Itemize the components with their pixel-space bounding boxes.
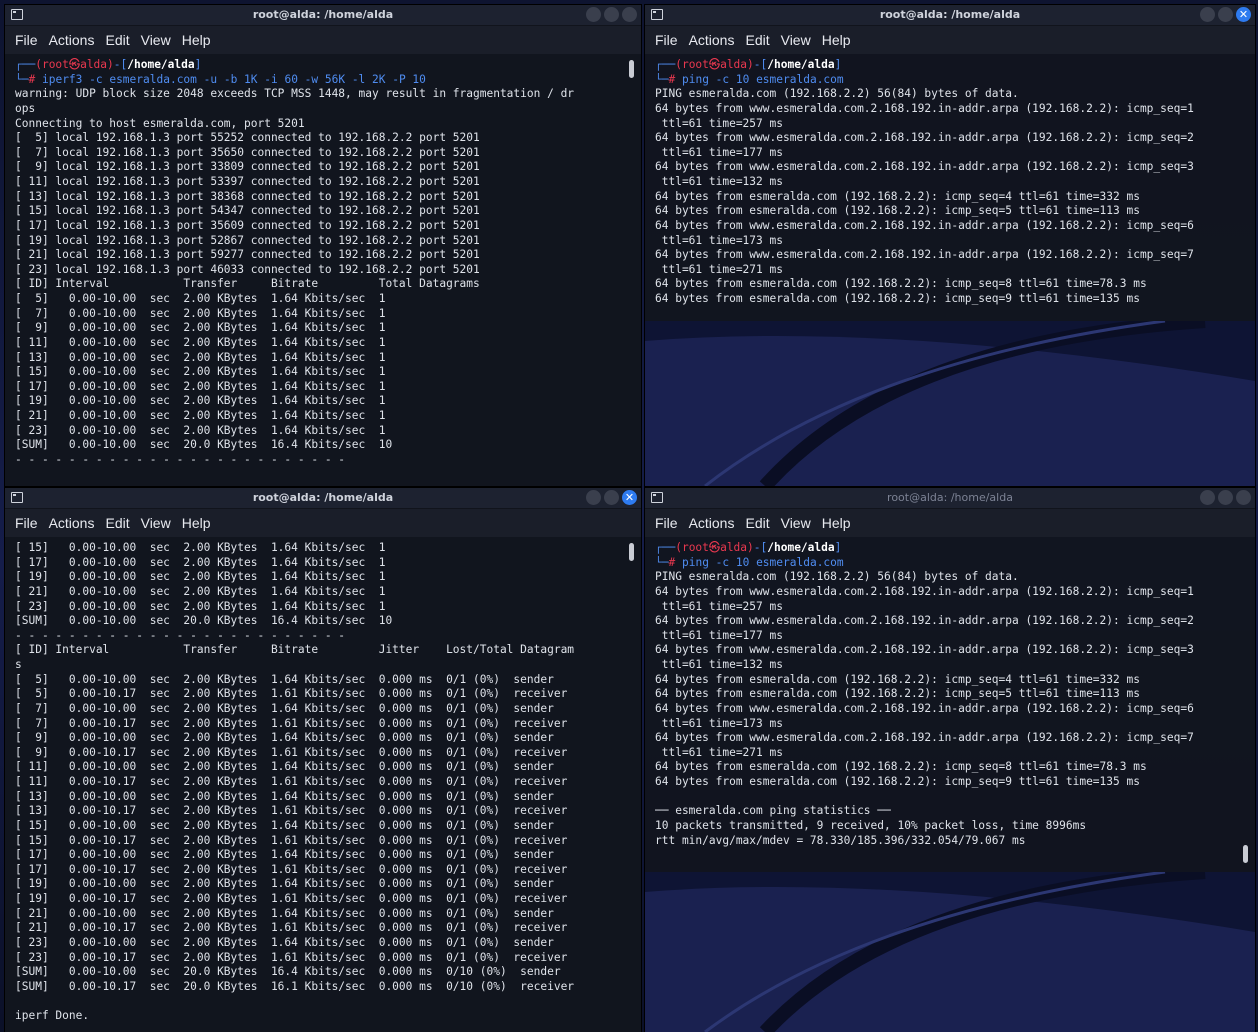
titlebar[interactable]: root@alda: /home/alda	[5, 5, 641, 26]
close-icon[interactable]	[1236, 490, 1251, 505]
window-title: root@alda: /home/alda	[887, 491, 1013, 504]
window-title: root@alda: /home/alda	[879, 8, 1021, 21]
menu-bar: File Actions Edit View Help	[5, 509, 641, 537]
terminal-output: warning: UDP block size 2048 exceeds TCP…	[15, 87, 575, 466]
menu-help[interactable]: Help	[182, 515, 211, 531]
menu-actions[interactable]: Actions	[689, 32, 735, 48]
terminal-window-bottom-left[interactable]: root@alda: /home/alda ✕ File Actions Edi…	[5, 488, 641, 1032]
window-title: root@alda: /home/alda	[252, 8, 394, 21]
menu-help[interactable]: Help	[822, 32, 851, 48]
prompt-user: (root㉿alda)	[35, 58, 114, 71]
terminal-area[interactable]: [ 15] 0.00-10.00 sec 2.00 KBytes 1.64 Kb…	[5, 537, 641, 1032]
prompt-dir: /home/alda	[767, 541, 835, 554]
terminal-output: [ 15] 0.00-10.00 sec 2.00 KBytes 1.64 Kb…	[15, 541, 575, 1022]
maximize-icon[interactable]	[604, 490, 619, 505]
scrollbar-thumb[interactable]	[1243, 845, 1248, 863]
menu-edit[interactable]: Edit	[745, 515, 769, 531]
menu-view[interactable]: View	[141, 32, 171, 48]
menu-actions[interactable]: Actions	[49, 32, 95, 48]
menu-edit[interactable]: Edit	[105, 515, 129, 531]
maximize-icon[interactable]	[1218, 490, 1233, 505]
titlebar[interactable]: root@alda: /home/alda ✕	[5, 488, 641, 509]
terminal-area[interactable]: ┌──(root㉿alda)-[/home/alda] └─# ping -c …	[645, 537, 1255, 872]
prompt-line-1: ┌──(root㉿alda)-[/home/alda]	[15, 58, 202, 71]
prompt-line-1: ┌──(root㉿alda)-[/home/alda]	[655, 541, 842, 554]
maximize-icon[interactable]	[604, 7, 619, 22]
terminal-window-top-right[interactable]: root@alda: /home/alda ✕ File Actions Edi…	[645, 5, 1255, 486]
menu-view[interactable]: View	[781, 515, 811, 531]
window-title: root@alda: /home/alda	[252, 491, 394, 504]
menu-help[interactable]: Help	[182, 32, 211, 48]
menu-file[interactable]: File	[15, 515, 38, 531]
command-text: ping -c 10 esmeralda.com	[681, 72, 844, 86]
prompt-user: (root㉿alda)	[675, 58, 754, 71]
menu-bar: File Actions Edit View Help	[645, 26, 1255, 54]
desktop-wallpaper-visible	[645, 321, 1255, 486]
close-icon[interactable]: ✕	[1236, 7, 1251, 22]
menu-file[interactable]: File	[15, 32, 38, 48]
minimize-icon[interactable]	[586, 7, 601, 22]
prompt-dir: /home/alda	[127, 58, 195, 71]
command-text: iperf3 -c esmeralda.com -u -b 1K -i 60 -…	[41, 72, 426, 86]
prompt-line-2: └─# ping -c 10 esmeralda.com	[655, 555, 844, 569]
prompt-line-2: └─# iperf3 -c esmeralda.com -u -b 1K -i …	[15, 72, 426, 86]
prompt-user: (root㉿alda)	[675, 541, 754, 554]
menu-file[interactable]: File	[655, 515, 678, 531]
menu-actions[interactable]: Actions	[689, 515, 735, 531]
prompt-line-2: └─# ping -c 10 esmeralda.com	[655, 72, 844, 86]
minimize-icon[interactable]	[586, 490, 601, 505]
menu-edit[interactable]: Edit	[745, 32, 769, 48]
terminal-window-bottom-right[interactable]: root@alda: /home/alda File Actions Edit …	[645, 488, 1255, 1032]
menu-bar: File Actions Edit View Help	[645, 509, 1255, 537]
menu-help[interactable]: Help	[822, 515, 851, 531]
close-icon[interactable]	[622, 7, 637, 22]
terminal-area[interactable]: ┌──(root㉿alda)-[/home/alda] └─# iperf3 -…	[5, 54, 641, 486]
titlebar[interactable]: root@alda: /home/alda ✕	[645, 5, 1255, 26]
prompt-line-1: ┌──(root㉿alda)-[/home/alda]	[655, 58, 842, 71]
titlebar[interactable]: root@alda: /home/alda	[645, 488, 1255, 509]
command-text: ping -c 10 esmeralda.com	[681, 555, 844, 569]
menu-edit[interactable]: Edit	[105, 32, 129, 48]
menu-bar: File Actions Edit View Help	[5, 26, 641, 54]
scrollbar-thumb[interactable]	[629, 60, 634, 78]
menu-actions[interactable]: Actions	[49, 515, 95, 531]
minimize-icon[interactable]	[1200, 7, 1215, 22]
terminal-window-top-left[interactable]: root@alda: /home/alda File Actions Edit …	[5, 5, 641, 486]
prompt-dir: /home/alda	[767, 58, 835, 71]
menu-view[interactable]: View	[781, 32, 811, 48]
terminal-output: PING esmeralda.com (192.168.2.2) 56(84) …	[655, 570, 1194, 847]
close-icon[interactable]: ✕	[622, 490, 637, 505]
maximize-icon[interactable]	[1218, 7, 1233, 22]
menu-file[interactable]: File	[655, 32, 678, 48]
minimize-icon[interactable]	[1200, 490, 1215, 505]
menu-view[interactable]: View	[141, 515, 171, 531]
scrollbar-thumb[interactable]	[629, 543, 634, 561]
desktop-wallpaper-visible	[645, 872, 1255, 1032]
